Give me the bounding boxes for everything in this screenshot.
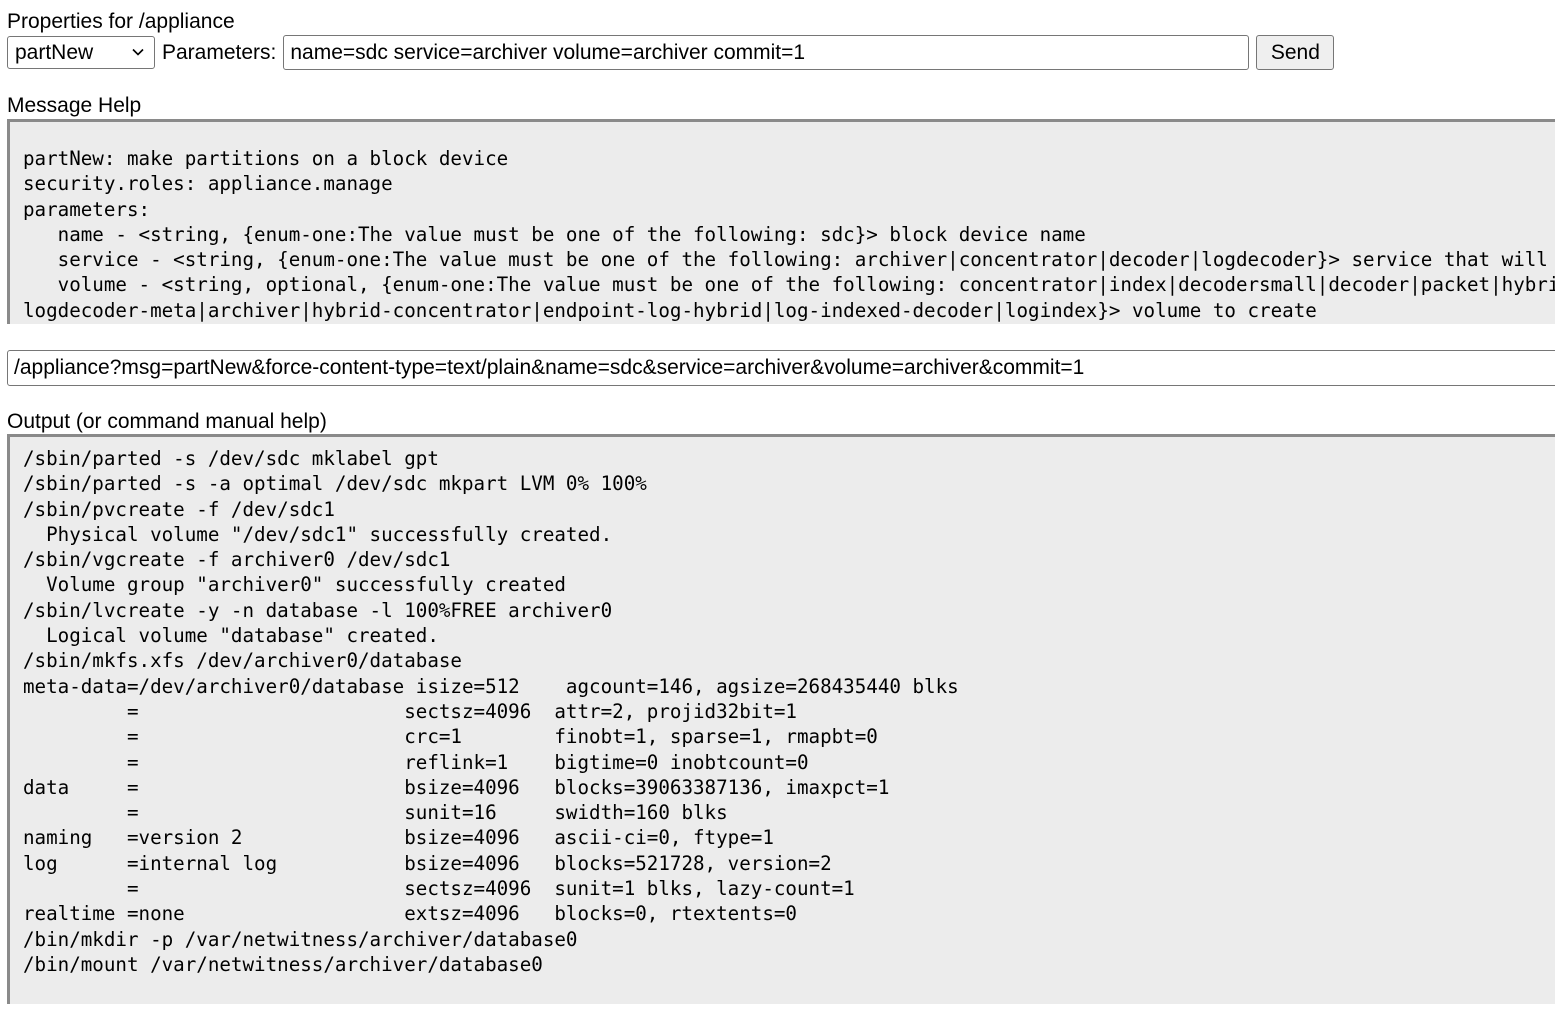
parameters-label: Parameters: (162, 40, 277, 64)
message-select-value: partNew (15, 40, 94, 64)
message-help-text: partNew: make partitions on a block devi… (23, 147, 1555, 322)
parameters-input[interactable] (283, 35, 1250, 70)
message-select[interactable]: partNew (7, 36, 155, 69)
message-help-textarea[interactable]: partNew: make partitions on a block devi… (7, 119, 1555, 324)
message-controls: partNew Parameters: Send (7, 35, 1335, 70)
message-help-label: Message Help (7, 94, 142, 117)
output-textarea[interactable]: /sbin/parted -s /dev/sdc mklabel gpt /sb… (7, 434, 1555, 1004)
output-label: Output (or command manual help) (7, 410, 327, 433)
output-text: /sbin/parted -s /dev/sdc mklabel gpt /sb… (23, 447, 959, 976)
request-url-field[interactable] (7, 350, 1555, 386)
page-title: Properties for /appliance (7, 10, 235, 33)
send-button[interactable]: Send (1256, 35, 1335, 70)
chevron-down-icon (132, 48, 144, 56)
